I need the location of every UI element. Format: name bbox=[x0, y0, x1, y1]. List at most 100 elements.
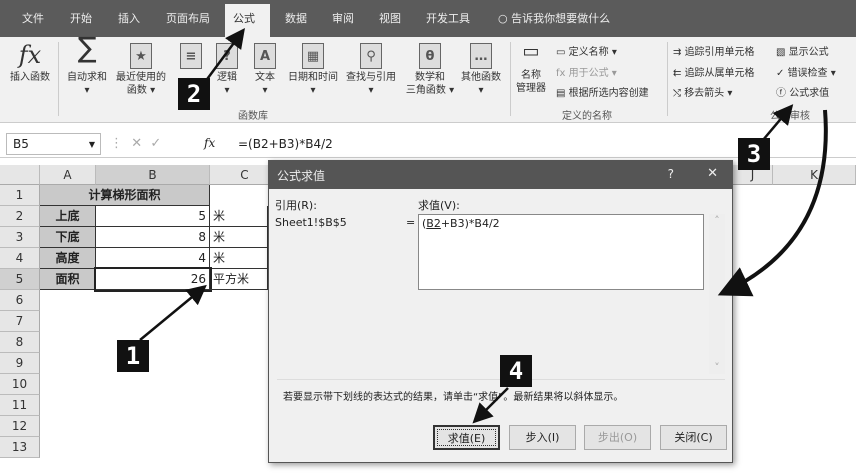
trace-dependents-button[interactable]: ⇇ 追踪从属单元格 bbox=[673, 64, 755, 79]
tab-insert[interactable]: 插入 bbox=[110, 0, 148, 37]
text-button[interactable]: A 文本 ▾ bbox=[250, 43, 280, 97]
value-cell[interactable]: 8 bbox=[96, 227, 210, 248]
magnifier-book-icon: ⚲ bbox=[360, 43, 382, 69]
tab-formulas[interactable]: 公式 bbox=[225, 4, 270, 37]
calendar-book-icon: ▦ bbox=[302, 43, 324, 69]
evaluation-label: 求值(V): bbox=[418, 199, 460, 212]
row-header[interactable]: 13 bbox=[0, 437, 40, 458]
trace-precedents-icon: ⇉ bbox=[673, 47, 685, 58]
tab-review[interactable]: 审阅 bbox=[324, 0, 362, 37]
row-header[interactable]: 7 bbox=[0, 311, 40, 332]
tell-me-search[interactable]: ○ 告诉我你想要做什么 bbox=[490, 0, 618, 37]
underlined-expression: B2 bbox=[426, 217, 441, 230]
trace-dependents-icon: ⇇ bbox=[673, 68, 685, 79]
row-header[interactable]: 12 bbox=[0, 416, 40, 437]
create-from-selection-button[interactable]: ▤ 根据所选内容创建 bbox=[556, 84, 649, 99]
fx-icon[interactable]: fx bbox=[204, 136, 215, 150]
column-header[interactable]: B bbox=[96, 165, 210, 185]
formula-input[interactable]: =(B2+B3)*B4/2 bbox=[238, 137, 333, 151]
star-book-icon: ★ bbox=[130, 43, 152, 69]
scroll-up-icon: ˄ bbox=[714, 214, 720, 227]
scroll-down-icon: ˅ bbox=[714, 361, 720, 374]
value-cell[interactable]: 5 bbox=[96, 206, 210, 227]
label-cell[interactable]: 面积 bbox=[40, 269, 96, 290]
label-cell[interactable]: 下底 bbox=[40, 227, 96, 248]
check-icon: ✓ bbox=[776, 68, 788, 79]
fx-small-icon: fx bbox=[556, 68, 569, 79]
column-header[interactable]: K bbox=[773, 165, 856, 185]
lookup-button[interactable]: ⚲ 查找与引用 ▾ bbox=[342, 43, 400, 97]
show-formulas-button[interactable]: ▧ 显示公式 bbox=[776, 43, 829, 58]
row-header[interactable]: 3 bbox=[0, 227, 40, 248]
insert-function-button[interactable]: fx 插入函数 bbox=[6, 41, 54, 84]
value-cell[interactable]: 4 bbox=[96, 248, 210, 269]
ellipsis-book-icon: … bbox=[470, 43, 492, 69]
tab-file[interactable]: 文件 bbox=[14, 0, 52, 37]
row-header[interactable]: 10 bbox=[0, 374, 40, 395]
row-header[interactable]: 4 bbox=[0, 248, 40, 269]
scrollbar[interactable]: ˄ ˅ bbox=[709, 214, 725, 374]
dialog-title: 公式求值 bbox=[277, 169, 326, 183]
name-manager-icon: ▭ bbox=[522, 41, 540, 62]
table-icon: ▤ bbox=[556, 88, 569, 99]
name-manager-button[interactable]: ▭ 名称 管理器 bbox=[512, 41, 550, 95]
row-header[interactable]: 9 bbox=[0, 353, 40, 374]
unit-cell[interactable]: 米 bbox=[210, 206, 268, 227]
value-cell[interactable]: 26 bbox=[94, 267, 212, 292]
recent-functions-button[interactable]: ★ 最近使用的 函数 ▾ bbox=[112, 43, 170, 97]
text-book-icon: A bbox=[254, 43, 276, 69]
callout-3: 3 bbox=[738, 138, 770, 170]
equals-sign: = bbox=[406, 216, 416, 229]
tag-icon: ▭ bbox=[556, 47, 569, 58]
tab-data[interactable]: 数据 bbox=[277, 0, 315, 37]
step-out-button[interactable]: 步出(O) bbox=[584, 425, 651, 450]
trace-precedents-button[interactable]: ⇉ 追踪引用单元格 bbox=[673, 43, 755, 58]
group-label-function-library: 函数库 bbox=[238, 111, 268, 122]
row-header[interactable]: 1 bbox=[0, 185, 40, 206]
unit-cell[interactable]: 米 bbox=[210, 248, 268, 269]
math-button[interactable]: θ 数学和 三角函数 ▾ bbox=[402, 43, 458, 97]
row-header[interactable]: 2 bbox=[0, 206, 40, 227]
callout-2: 2 bbox=[178, 78, 210, 110]
row-header[interactable]: 8 bbox=[0, 332, 40, 353]
row-header[interactable]: 5 bbox=[0, 269, 40, 290]
unit-cell[interactable]: 米 bbox=[210, 227, 268, 248]
error-checking-button[interactable]: ✓ 错误检查 ▾ bbox=[776, 64, 836, 79]
row-header[interactable]: 6 bbox=[0, 290, 40, 311]
column-header[interactable]: A bbox=[40, 165, 96, 185]
title-cell[interactable]: 计算梯形面积 bbox=[40, 185, 210, 206]
sigma-icon: ∑ bbox=[77, 31, 97, 64]
select-all-corner[interactable] bbox=[0, 165, 40, 185]
evaluate-formula-dialog: 公式求值 ? ✕ 引用(R): Sheet1!$B$5 = 求值(V): (B2… bbox=[268, 160, 733, 463]
close-button[interactable]: 关闭(C) bbox=[660, 425, 727, 450]
label-cell[interactable]: 上底 bbox=[40, 206, 96, 227]
remove-arrows-button[interactable]: ⤭ 移去箭头 ▾ bbox=[673, 84, 732, 99]
coins-book-icon: ≡ bbox=[180, 43, 202, 69]
tell-me-text: 告诉我你想要做什么 bbox=[511, 12, 611, 25]
tab-page-layout[interactable]: 页面布局 bbox=[158, 0, 218, 37]
autosum-button[interactable]: ∑ 自动求和 ▾ bbox=[62, 31, 112, 97]
ribbon: fx 插入函数 ∑ 自动求和 ▾ ★ 最近使用的 函数 ▾ ≡ ? 逻辑 ▾ A 文本 ▾ ▦ 日期… bbox=[0, 31, 856, 123]
evaluate-formula-button[interactable]: ⓕ 公式求值 bbox=[776, 84, 829, 99]
close-icon[interactable]: ✕ bbox=[707, 166, 718, 181]
name-box[interactable]: B5 ▼ bbox=[6, 133, 101, 155]
evaluation-textbox[interactable]: (B2+B3)*B4/2 bbox=[418, 214, 704, 290]
define-name-button[interactable]: ▭ 定义名称 ▾ bbox=[556, 43, 617, 58]
more-functions-button[interactable]: … 其他函数 ▾ bbox=[456, 43, 506, 97]
chevron-down-icon: ▼ bbox=[88, 140, 95, 149]
tab-developer[interactable]: 开发工具 bbox=[418, 0, 478, 37]
financial-button[interactable]: ≡ bbox=[176, 43, 206, 71]
help-button[interactable]: ? bbox=[668, 167, 674, 181]
theta-book-icon: θ bbox=[419, 43, 441, 69]
datetime-button[interactable]: ▦ 日期和时间 ▾ bbox=[284, 43, 342, 97]
unit-cell[interactable]: 平方米 bbox=[210, 269, 268, 290]
evaluate-button[interactable]: 求值(E) bbox=[433, 425, 500, 450]
step-in-button[interactable]: 步入(I) bbox=[509, 425, 576, 450]
label-cell[interactable]: 高度 bbox=[40, 248, 96, 269]
row-header[interactable]: 11 bbox=[0, 395, 40, 416]
reference-value: Sheet1!$B$5 bbox=[275, 216, 347, 229]
logical-button[interactable]: ? 逻辑 ▾ bbox=[212, 43, 242, 97]
tab-view[interactable]: 视图 bbox=[371, 0, 409, 37]
group-label-defined-names: 定义的名称 bbox=[562, 111, 612, 122]
use-in-formula-button[interactable]: fx 用于公式 ▾ bbox=[556, 64, 617, 79]
